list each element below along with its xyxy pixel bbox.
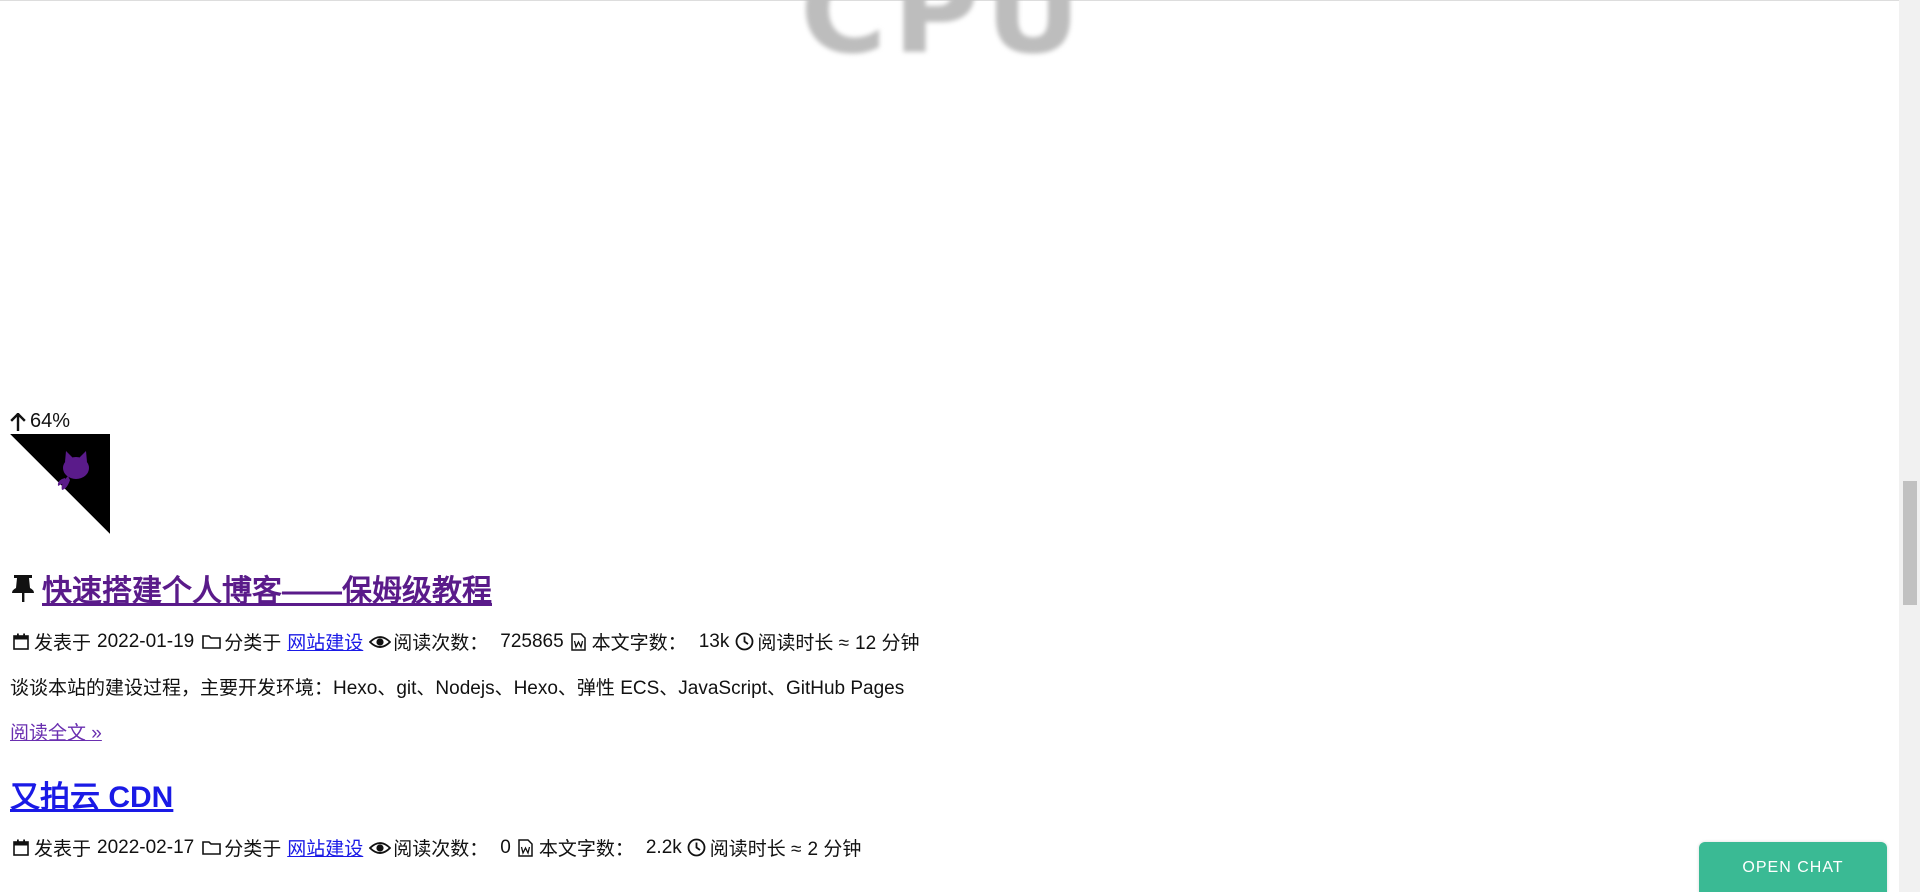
thumbtack-icon — [10, 573, 36, 603]
scrollbar-thumb[interactable] — [1903, 481, 1917, 605]
folder-icon — [200, 631, 222, 653]
read-time-label: 阅读时长 ≈ — [709, 839, 802, 860]
post-title-link[interactable]: 快速搭建个人博客——保姆级教程 — [42, 566, 492, 610]
views-label: 阅读次数： — [393, 633, 489, 654]
words-label: 本文字数： — [538, 839, 634, 860]
eye-icon — [369, 837, 392, 859]
clock-icon — [686, 837, 708, 859]
views-count: 725865 — [500, 630, 564, 652]
post-item: 快速搭建个人博客——保姆级教程 发表于 2022-01-19 分类于 网站建设 … — [10, 566, 1870, 745]
category-label: 分类于 — [224, 839, 282, 860]
views-count: 0 — [500, 836, 511, 858]
words-label: 本文字数： — [591, 633, 687, 654]
file-word-icon — [568, 631, 590, 653]
read-time: 12 分钟 — [855, 633, 920, 654]
page-viewport: CPU 64% 快速搭建个人博客——保姆级教程 发表于 2022-01-19 分… — [0, 0, 1920, 892]
post-excerpt: 谈谈本站的建设过程，主要开发环境：Hexo、git、Nodejs、Hexo、弹性… — [10, 678, 905, 699]
eye-icon — [369, 631, 392, 653]
clock-icon — [733, 631, 755, 653]
reading-progress[interactable]: 64% — [10, 410, 70, 433]
read-time: 2 分钟 — [807, 839, 862, 860]
calendar-icon — [10, 837, 32, 859]
published-label: 发表于 — [34, 839, 92, 860]
post-meta: 发表于 2022-01-19 分类于 网站建设 阅读次数： 725865 本文字… — [10, 628, 1870, 655]
views-label: 阅读次数： — [393, 839, 489, 860]
category-link[interactable]: 网站建设 — [287, 834, 363, 861]
arrow-up-icon — [10, 412, 26, 431]
file-word-icon — [515, 837, 537, 859]
calendar-icon — [10, 631, 32, 653]
published-date: 2022-02-17 — [97, 836, 195, 858]
vertical-scrollbar[interactable] — [1899, 0, 1920, 892]
published-label: 发表于 — [34, 633, 92, 654]
open-chat-button[interactable]: OPEN CHAT — [1699, 842, 1887, 892]
read-time-label: 阅读时长 ≈ — [757, 633, 850, 654]
github-corner-link[interactable] — [10, 434, 110, 534]
post-title: 又拍云 CDN — [10, 772, 1870, 816]
post-meta: 发表于 2022-02-17 分类于 网站建设 阅读次数： 0 本文字数： 2.… — [10, 834, 1870, 861]
category-link[interactable]: 网站建设 — [287, 628, 363, 655]
post-item: 又拍云 CDN 发表于 2022-02-17 分类于 网站建设 阅读次数： 0 … — [10, 772, 1870, 861]
github-octocat-icon — [10, 434, 110, 534]
header-image-fragment: CPU — [800, 0, 1087, 80]
folder-icon — [200, 837, 222, 859]
published-date: 2022-01-19 — [97, 630, 195, 652]
category-label: 分类于 — [224, 633, 282, 654]
progress-percent: 64% — [30, 410, 71, 432]
read-more-link[interactable]: 阅读全文 » — [10, 723, 102, 744]
post-title: 快速搭建个人博客——保姆级教程 — [10, 566, 1870, 610]
post-title-link[interactable]: 又拍云 CDN — [10, 772, 173, 816]
words-count: 13k — [698, 630, 730, 652]
words-count: 2.2k — [645, 836, 682, 858]
